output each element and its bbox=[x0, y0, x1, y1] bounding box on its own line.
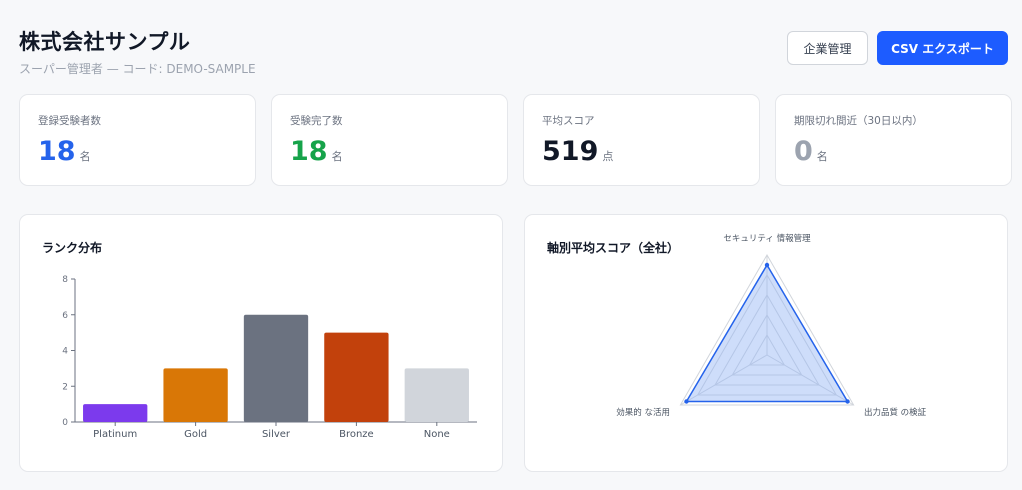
stat-unit: 名 bbox=[331, 150, 343, 163]
page-title: 株式会社サンプル bbox=[19, 30, 191, 54]
axis-score-radar-chart: セキュリティ 情報管理出力品質 の検証 効果的 な活用 bbox=[616, 233, 927, 418]
y-tick-label: 2 bbox=[62, 382, 68, 392]
y-tick-label: 4 bbox=[62, 347, 68, 357]
y-tick-label: 8 bbox=[62, 275, 68, 285]
radar-axis-label: 出力品質 の検証 bbox=[864, 407, 927, 418]
stat-label: 登録受験者数 bbox=[38, 115, 101, 127]
stat-unit: 名 bbox=[79, 150, 91, 163]
stat-unit: 点 bbox=[602, 150, 614, 163]
radar-axis-label: セキュリティ 情報管理 bbox=[723, 233, 811, 244]
rank-distribution-panel: ランク分布 0 2 4 6 8 Platinum Gold Silver Bronze None bbox=[19, 214, 503, 472]
stat-unit: 名 bbox=[816, 150, 828, 163]
bar-none bbox=[404, 368, 469, 422]
csv-export-button[interactable]: CSV エクスポート bbox=[877, 31, 1008, 65]
bar-silver bbox=[243, 314, 309, 422]
header-actions: 企業管理 CSV エクスポート bbox=[787, 31, 1008, 65]
stat-value: 519 bbox=[542, 136, 599, 167]
axis-score-panel: 軸別平均スコア（全社） セキュリティ 情報管理 出力品質 の検証 効果的 な活用 bbox=[524, 214, 1008, 472]
stat-value: 18 bbox=[38, 136, 76, 167]
stat-card-registered: 登録受験者数 18 名 bbox=[19, 94, 256, 186]
stat-value: 18 bbox=[290, 136, 328, 167]
x-tick-label: Silver bbox=[262, 429, 291, 440]
bar-gold bbox=[163, 368, 228, 422]
x-tick-label: Bronze bbox=[339, 429, 374, 440]
stat-label: 平均スコア bbox=[542, 115, 595, 127]
stat-card-expiring: 期限切れ間近（30日以内） 0 名 bbox=[775, 94, 1012, 186]
page-subtitle: スーパー管理者 — コード: DEMO-SAMPLE bbox=[19, 62, 256, 76]
stat-card-average-score: 平均スコア 519 点 bbox=[523, 94, 760, 186]
radar-data-point bbox=[845, 399, 850, 404]
stat-label: 受験完了数 bbox=[290, 115, 343, 127]
x-tick-label: None bbox=[424, 429, 450, 440]
stats-row: 登録受験者数 18 名 受験完了数 18 名 平均スコア 519 点 期限切れ間… bbox=[19, 94, 1012, 186]
y-tick-label: 0 bbox=[62, 418, 68, 428]
x-tick-label: Gold bbox=[184, 429, 207, 440]
stat-card-completed: 受験完了数 18 名 bbox=[271, 94, 508, 186]
rank-distribution-chart: 0 2 4 6 8 Platinum Gold Silver Bronze None bbox=[62, 275, 477, 440]
radar-data-point bbox=[764, 262, 770, 268]
stat-label: 期限切れ間近（30日以内） bbox=[794, 115, 923, 127]
bar-platinum bbox=[83, 404, 148, 422]
company-management-button[interactable]: 企業管理 bbox=[787, 31, 868, 65]
y-tick-label: 6 bbox=[62, 311, 68, 321]
x-tick-label: Platinum bbox=[93, 429, 137, 440]
radar-axis-label: 効果的 な活用 bbox=[616, 407, 670, 418]
page-header: 株式会社サンプル スーパー管理者 — コード: DEMO-SAMPLE bbox=[19, 26, 256, 77]
bar-bronze bbox=[324, 332, 389, 422]
radar-data-point bbox=[684, 399, 689, 404]
stat-value: 0 bbox=[794, 136, 813, 167]
radar-data-area bbox=[685, 263, 849, 403]
